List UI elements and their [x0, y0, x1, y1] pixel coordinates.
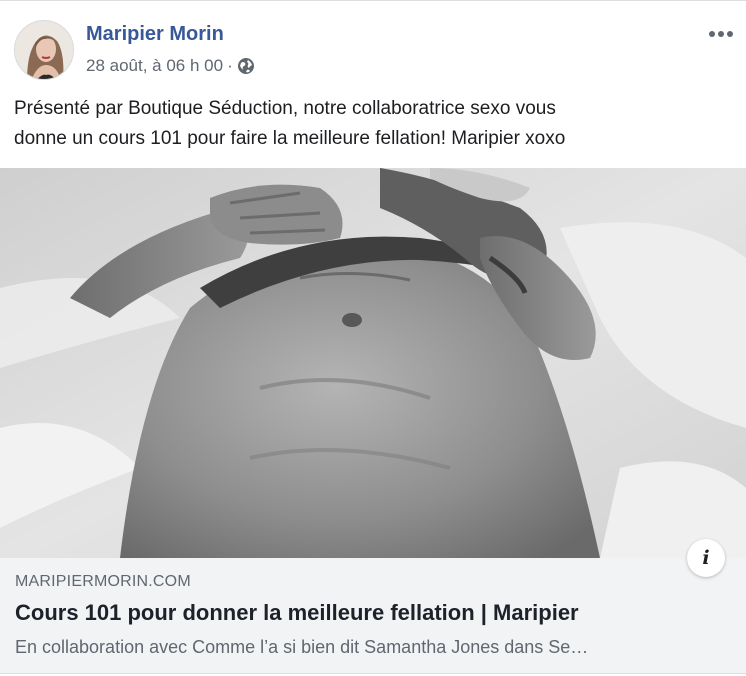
post-text: Présenté par Boutique Séduction, notre c… [14, 94, 730, 154]
link-preview-card[interactable]: MARIPIERMORIN.COM Cours 101 pour donner … [0, 558, 746, 674]
author-name-link[interactable]: Maripier Morin [86, 23, 224, 46]
info-icon[interactable]: i [687, 539, 725, 577]
author-avatar[interactable] [14, 20, 74, 80]
post-timestamp[interactable]: 28 août, à 06 h 00 [86, 56, 223, 76]
meta-separator: · [227, 56, 233, 75]
post-text-line: Présenté par Boutique Séduction, notre c… [14, 98, 556, 119]
feed-post: Maripier Morin 28 août, à 06 h 00 · Prés… [0, 0, 746, 676]
post-text-line: donne un cours 101 pour faire la meilleu… [14, 128, 566, 149]
link-domain: MARIPIERMORIN.COM [15, 573, 191, 590]
link-description: En collaboration avec Comme l’a si bien … [15, 637, 589, 657]
link-preview-image[interactable] [0, 168, 746, 558]
post-meta: 28 août, à 06 h 00 · [86, 56, 255, 76]
link-title[interactable]: Cours 101 pour donner la meilleure fella… [15, 600, 579, 626]
photo-illustration [0, 168, 746, 558]
globe-icon[interactable] [237, 57, 255, 75]
more-options-icon[interactable] [704, 21, 738, 47]
avatar-image [15, 21, 73, 79]
